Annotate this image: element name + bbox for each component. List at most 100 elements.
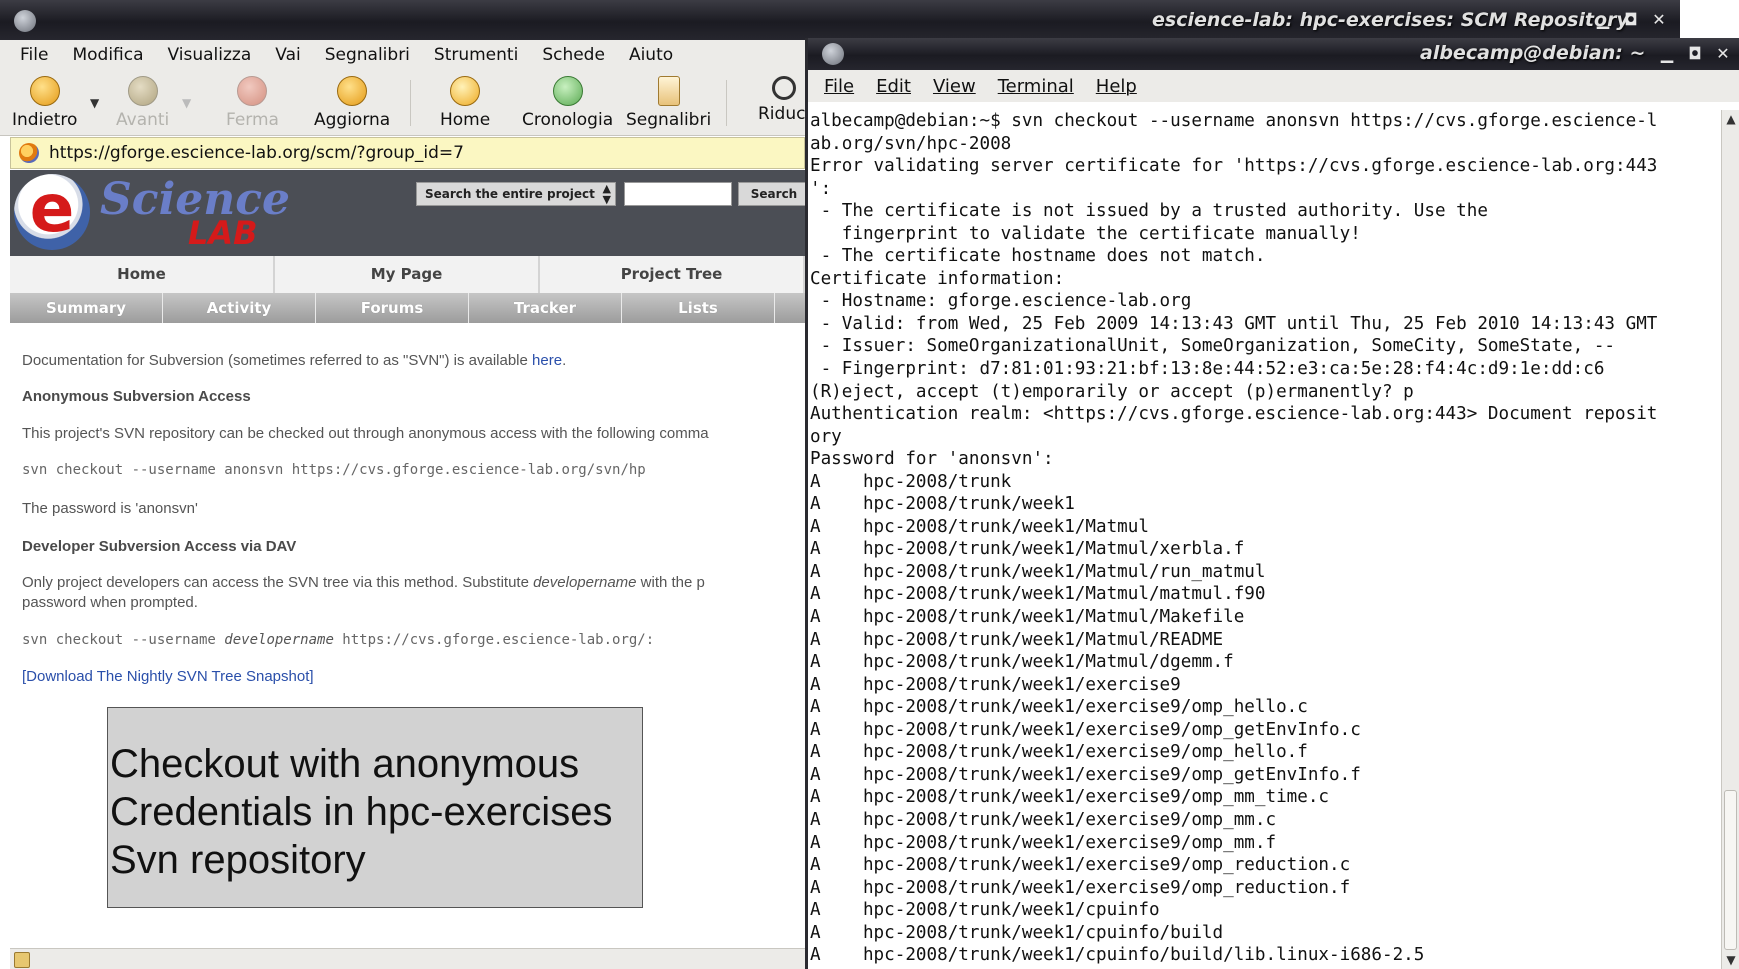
escience-logo-icon[interactable]: e [14, 174, 90, 250]
zoom-out-button[interactable]: Riduci [758, 76, 810, 124]
terminal-line: A hpc-2008/trunk/week1/exercise9/omp_red… [810, 877, 1351, 898]
anonymous-access-heading: Anonymous Subversion Access [22, 388, 251, 405]
terminal-window: albecamp@debian: ~ ▁ ◘ ✕ File Edit View … [805, 38, 1739, 969]
tab-tracker[interactable]: Tracker [469, 293, 622, 323]
tab-lists[interactable]: Lists [622, 293, 775, 323]
home-icon [450, 76, 481, 106]
developer-cmd-placeholder: developername [224, 632, 334, 648]
annotation-caption-box: Checkout with anonymous Credentials in h… [107, 707, 643, 908]
developer-cmd-part2: https://cvs.gforge.escience-lab.org/: [333, 632, 655, 648]
address-bar[interactable]: https://gforge.escience-lab.org/scm/?gro… [10, 137, 805, 169]
terminal-line: - Issuer: SomeOrganizationalUnit, SomeOr… [810, 336, 1616, 357]
caption-line: Svn repository [110, 838, 366, 882]
tab-forums[interactable]: Forums [316, 293, 469, 323]
history-icon [552, 76, 583, 106]
minimize-icon[interactable]: ▁ [1656, 44, 1678, 64]
terminal-line: A hpc-2008/trunk/week1/exercise9/omp_mm.… [810, 809, 1277, 830]
site-header: e Science LAB Search the entire project … [10, 170, 810, 256]
home-button[interactable]: Home [440, 76, 490, 130]
download-snapshot-link[interactable]: [Download The Nightly SVN Tree Snapshot] [22, 668, 314, 685]
bookmarks-label: Segnalibri [626, 110, 712, 130]
bookmarks-icon [657, 76, 680, 106]
search-scope-select[interactable]: Search the entire project ▲ ▼ [416, 182, 616, 206]
terminal-line: - The certificate hostname does not matc… [810, 246, 1266, 267]
terminal-line: A hpc-2008/trunk/week1/cpuinfo/build/lib… [810, 945, 1425, 966]
tab-summary[interactable]: Summary [10, 293, 163, 323]
anonymous-access-text: This project's SVN repository can be che… [22, 425, 709, 442]
browser-titlebar[interactable]: escience-lab: hpc-exercises: SCM Reposit… [0, 0, 1680, 40]
menu-terminal[interactable]: Terminal [998, 76, 1074, 97]
maximize-icon[interactable]: ◘ [1620, 10, 1642, 30]
menu-visualizza[interactable]: Visualizza [168, 45, 252, 65]
search-input[interactable] [624, 182, 732, 206]
forward-history-dropdown-icon[interactable]: ▼ [182, 96, 191, 110]
navigation-toolbar: Indietro ▼ Avanti ▼ Ferma Aggiorna Home [0, 70, 810, 136]
menu-file[interactable]: File [824, 76, 854, 97]
stop-icon [237, 76, 268, 106]
developer-cmd-part1: svn checkout --username [22, 632, 225, 648]
home-label: Home [440, 110, 491, 130]
back-history-dropdown-icon[interactable]: ▼ [90, 96, 99, 110]
terminal-line: Password for 'anonsvn': [810, 449, 1054, 470]
menu-vai[interactable]: Vai [275, 45, 300, 65]
history-button[interactable]: Cronologia [522, 76, 613, 130]
close-icon[interactable]: ✕ [1648, 10, 1670, 30]
terminal-line: - The certificate is not issued by a tru… [810, 201, 1488, 222]
tab-project-tree[interactable]: Project Tree [540, 256, 805, 293]
history-label: Cronologia [522, 110, 614, 130]
terminal-line: ': [810, 178, 832, 199]
minimize-icon[interactable]: ▁ [1592, 10, 1614, 30]
download-snapshot-paragraph: [Download The Nightly SVN Tree Snapshot] [22, 668, 314, 685]
menu-view[interactable]: View [933, 76, 976, 97]
bookmarks-button[interactable]: Segnalibri [626, 76, 711, 130]
menu-help[interactable]: Help [1096, 76, 1137, 97]
terminal-line: Certificate information: [810, 268, 1065, 289]
menu-modifica[interactable]: Modifica [72, 45, 143, 65]
tab-home[interactable]: Home [10, 256, 275, 293]
scroll-down-icon[interactable]: ▼ [1722, 951, 1739, 969]
site-sub-tabs: Summary Activity Forums Tracker Lists [10, 293, 805, 323]
developer-access-text: Only project developers can access the S… [22, 574, 705, 591]
terminal-line: A hpc-2008/trunk/week1/exercise9/omp_mm_… [810, 787, 1330, 808]
tab-my-page[interactable]: My Page [275, 256, 540, 293]
terminal-line: Error validating server certificate for … [810, 156, 1658, 177]
browser-window-title: escience-lab: hpc-exercises: SCM Reposit… [1152, 9, 1629, 31]
developer-access-text-line2: password when prompted. [22, 594, 198, 611]
terminal-line: - Fingerprint: d7:81:01:93:21:bf:13:8e:4… [810, 359, 1605, 380]
address-text[interactable]: https://gforge.escience-lab.org/scm/?gro… [49, 143, 464, 163]
maximize-icon[interactable]: ◘ [1684, 44, 1706, 64]
menu-strumenti[interactable]: Strumenti [434, 45, 518, 65]
spin-arrows-icon: ▲ ▼ [602, 182, 611, 206]
forward-button[interactable]: Avanti [116, 76, 169, 130]
menu-schede[interactable]: Schede [542, 45, 605, 65]
padlock-icon[interactable] [14, 952, 30, 968]
terminal-output[interactable]: albecamp@debian:~$ svn checkout --userna… [810, 110, 1722, 969]
window-menu-icon[interactable] [14, 10, 36, 32]
terminal-scrollbar[interactable]: ▲ ▼ [1721, 110, 1739, 969]
toolbar-separator [726, 80, 727, 126]
documentation-link[interactable]: here [532, 352, 562, 369]
site-main-tabs: Home My Page Project Tree [10, 256, 805, 293]
terminal-line: A hpc-2008/trunk/week1/Matmul/run_matmul [810, 561, 1266, 582]
close-icon[interactable]: ✕ [1712, 44, 1734, 64]
site-identity-icon[interactable] [19, 143, 39, 163]
stop-button[interactable]: Ferma [226, 76, 279, 130]
terminal-line: A hpc-2008/trunk/week1/cpuinfo [810, 900, 1160, 921]
terminal-menubar: File Edit View Terminal Help [808, 70, 1739, 102]
menu-file[interactable]: File [20, 45, 48, 65]
search-button[interactable]: Search [738, 182, 810, 206]
search-scope-label: Search the entire project [425, 187, 595, 201]
menu-edit[interactable]: Edit [876, 76, 911, 97]
tab-activity[interactable]: Activity [163, 293, 316, 323]
terminal-titlebar[interactable]: albecamp@debian: ~ ▁ ◘ ✕ [808, 38, 1739, 70]
scrollbar-thumb[interactable] [1724, 790, 1737, 950]
window-menu-icon[interactable] [822, 43, 844, 65]
menu-aiuto[interactable]: Aiuto [629, 45, 673, 65]
logo-lab-text: LAB [188, 214, 258, 252]
terminal-line: - Hostname: gforge.escience-lab.org [810, 291, 1192, 312]
password-text: The password is 'anonsvn' [22, 500, 198, 517]
menu-segnalibri[interactable]: Segnalibri [325, 45, 410, 65]
back-button[interactable]: Indietro [12, 76, 77, 130]
scroll-up-icon[interactable]: ▲ [1722, 110, 1739, 128]
reload-button[interactable]: Aggiorna [314, 76, 390, 130]
